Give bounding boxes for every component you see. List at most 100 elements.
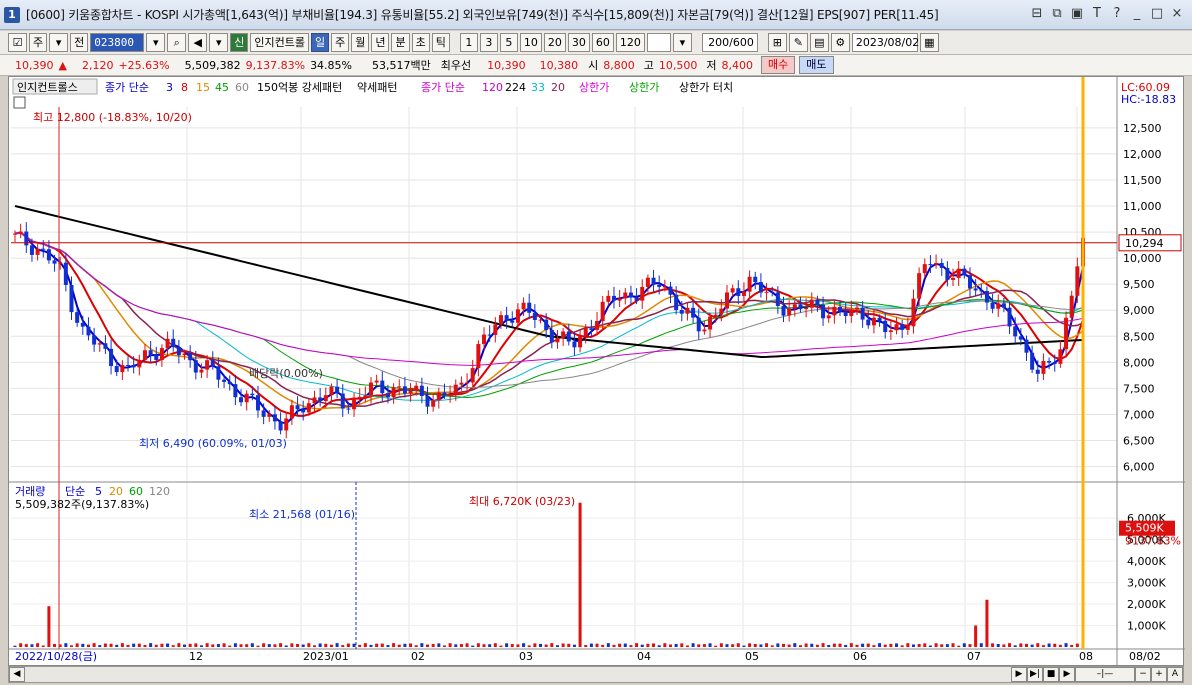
interval-30-button[interactable]: 30 [567, 33, 590, 52]
volume-bar [30, 644, 34, 647]
period-main-select[interactable]: 주 [29, 33, 48, 52]
low-label: 저 [706, 59, 717, 72]
volume-bar [883, 644, 887, 647]
code-dropdown-icon[interactable]: ▾ [146, 33, 166, 52]
volume-bar [199, 645, 203, 647]
interval-1-button[interactable]: 1 [459, 33, 478, 52]
volume-bar [533, 643, 537, 647]
stock-code-input[interactable]: 023800 [90, 33, 145, 52]
market-select[interactable]: 전 [70, 33, 89, 52]
speaker-icon[interactable]: ◀ [188, 33, 208, 52]
buy-button[interactable]: 매수 [761, 56, 796, 74]
sell-button[interactable]: 매도 [799, 56, 834, 74]
volume-bar [380, 643, 384, 647]
close-icon[interactable]: × [1170, 6, 1184, 22]
arrow-down-icon[interactable]: ▾ [209, 33, 229, 52]
candle-body [131, 365, 136, 368]
volume-bar [895, 643, 899, 647]
volume-bar [1075, 643, 1079, 647]
layout-icon[interactable]: ⊟ [1030, 6, 1044, 22]
volume-bar [945, 644, 949, 647]
candle-body [176, 347, 181, 356]
text-tool-icon[interactable]: A [1167, 667, 1183, 682]
save-icon[interactable]: ▤ [809, 33, 829, 52]
candle-body [832, 306, 837, 316]
candle-body [792, 304, 797, 309]
high-label: 고 [643, 59, 654, 72]
pin-icon[interactable]: ▣ [1070, 6, 1084, 22]
candle-body [736, 288, 741, 296]
draw-tool-icon[interactable]: ✎ [788, 33, 808, 52]
price-volume-chart[interactable]: 인지컨트롤스 종가 단순 3 8 15 45 60 150억봉 강세패턴 약세패… [9, 77, 1185, 667]
maximize-icon[interactable]: □ [1150, 6, 1164, 22]
date-input[interactable]: 2023/08/02 [851, 33, 919, 52]
volume-bar [488, 644, 492, 647]
bullish-pattern-label: 150억봉 강세패턴 [257, 81, 342, 94]
candle-body [984, 291, 989, 303]
volume-bar [635, 643, 639, 647]
interval-20-button[interactable]: 20 [543, 33, 566, 52]
price-tick-label: 11,000 [1123, 200, 1162, 213]
period-minute-button[interactable]: 분 [391, 33, 410, 52]
scroll-stop-icon[interactable]: ■ [1043, 667, 1059, 682]
candle-body [623, 292, 628, 299]
volume-bar [1008, 643, 1012, 647]
scroll-end-icon[interactable]: ▶| [1027, 667, 1043, 682]
grid-toggle-icon[interactable] [13, 96, 26, 109]
interval-custom-input[interactable] [646, 33, 671, 52]
volume-bar [861, 643, 865, 647]
candle-body [967, 275, 972, 289]
settings-gear-icon[interactable]: ⚙ [830, 33, 850, 52]
price-tick-label: 10,000 [1123, 252, 1162, 265]
volume-bar [618, 643, 622, 647]
chevron-down-icon[interactable]: ▾ [49, 33, 69, 52]
volume-bar [996, 643, 1000, 647]
ma2-label: 종가 단순 [421, 81, 465, 94]
chart-scrollbar[interactable]: ◀ ▶ ▶| ■ ▶ –|— − + A [8, 666, 1184, 683]
minimize-icon[interactable]: _ [1130, 6, 1144, 22]
interval-dropdown-icon[interactable]: ▾ [672, 33, 692, 52]
checkbox-icon[interactable]: ☑ [8, 33, 27, 52]
period-second-button[interactable]: 초 [411, 33, 430, 52]
scroll-track[interactable] [25, 667, 1011, 682]
period-tick-button[interactable]: 틱 [431, 33, 450, 52]
chart-panel[interactable]: 인지컨트롤스 종가 단순 3 8 15 45 60 150억봉 강세패턴 약세패… [8, 76, 1185, 667]
calendar-icon[interactable]: ▦ [919, 33, 939, 52]
indicator-control-button[interactable]: 인지컨트롤 [250, 33, 309, 52]
zoom-slider[interactable]: –|— [1075, 667, 1135, 682]
data-count-input[interactable]: 200/600 [701, 33, 758, 52]
overlay-icon[interactable]: ⊞ [767, 33, 787, 52]
interval-60-button[interactable]: 60 [591, 33, 614, 52]
volume-bar [584, 645, 588, 647]
candle-body [555, 338, 560, 343]
candle-body [572, 341, 577, 348]
zoom-out-icon[interactable]: − [1135, 667, 1151, 682]
zoom-in-icon[interactable]: + [1151, 667, 1167, 682]
font-icon[interactable]: T [1090, 6, 1104, 22]
time-tick-label: 2022/10/28(금) [15, 650, 97, 663]
indicator-badge[interactable]: 신 [230, 33, 249, 52]
interval-5-button[interactable]: 5 [499, 33, 518, 52]
period-year-button[interactable]: 년 [371, 33, 390, 52]
interval-120-button[interactable]: 120 [615, 33, 645, 52]
scroll-right-icon[interactable]: ▶ [1059, 667, 1075, 682]
candle-body [770, 291, 775, 293]
search-icon[interactable]: ⌕ [167, 33, 187, 52]
candle-body [1041, 361, 1046, 374]
volume-bar [1041, 645, 1045, 647]
volume-bar [957, 645, 961, 647]
period-day-button[interactable]: 일 [310, 33, 330, 52]
volume-bar [855, 644, 859, 647]
volume-bar [64, 643, 68, 647]
interval-3-button[interactable]: 3 [479, 33, 498, 52]
volume-bar [211, 644, 215, 647]
period-week-button[interactable]: 주 [331, 33, 350, 52]
restore-layout-icon[interactable]: ⧉ [1050, 6, 1064, 22]
scroll-play-icon[interactable]: ▶ [1011, 667, 1027, 682]
price-tick-label: 7,000 [1123, 408, 1155, 421]
period-month-button[interactable]: 월 [351, 33, 370, 52]
interval-10-button[interactable]: 10 [519, 33, 542, 52]
candle-body [188, 353, 193, 361]
scroll-left-icon[interactable]: ◀ [9, 667, 25, 682]
help-icon[interactable]: ? [1110, 6, 1124, 22]
